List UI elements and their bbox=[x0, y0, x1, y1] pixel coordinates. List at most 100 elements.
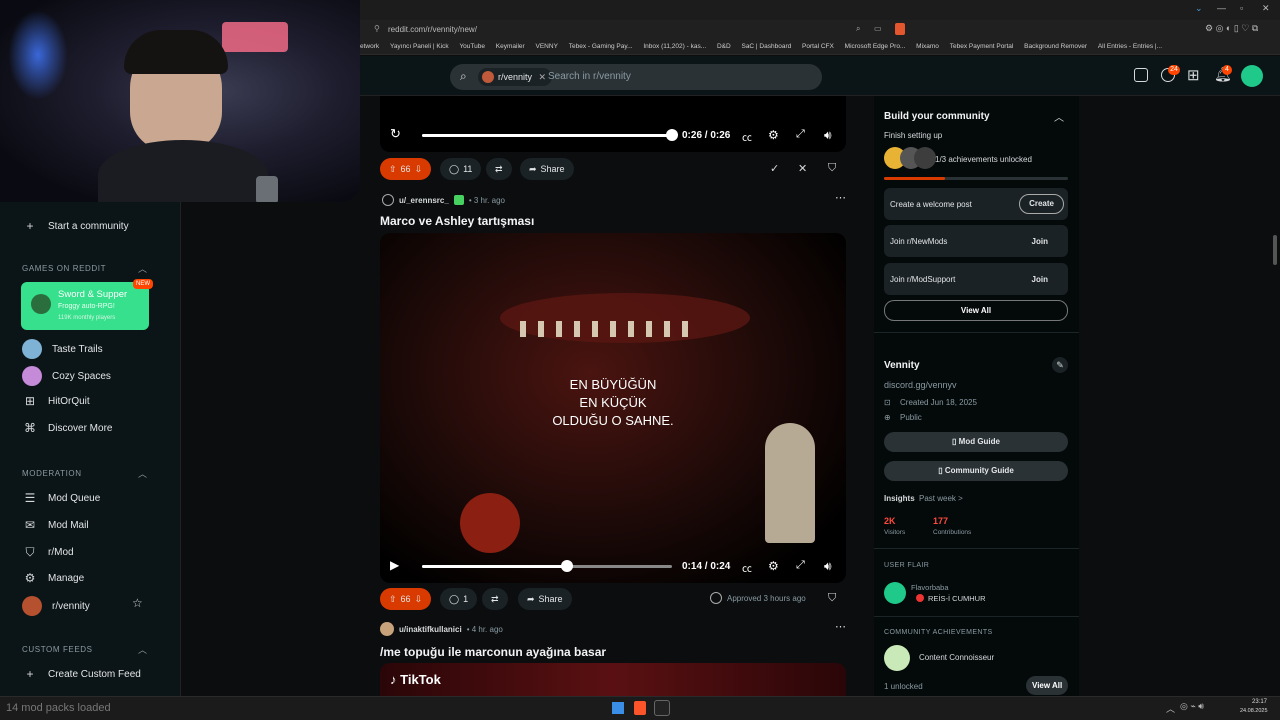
address-bar[interactable]: ⚲ reddit.com/r/vennity/new/ ⌕ ▭ ⚙ ◎ ◐ ▯ … bbox=[360, 20, 1280, 39]
bookmark[interactable]: Microsoft Edge Pro... bbox=[845, 39, 906, 54]
start-community-link[interactable]: + Start a community bbox=[22, 218, 128, 234]
chevron-up-icon[interactable]: ︿ bbox=[138, 467, 147, 480]
captions-icon[interactable]: ㏄ bbox=[742, 560, 752, 575]
post3-video-player[interactable]: ♪ TikTok bbox=[380, 663, 846, 696]
post1-comments-button[interactable]: ◯ 11 bbox=[440, 158, 482, 180]
post2-seek-knob[interactable] bbox=[561, 560, 573, 572]
bookmark[interactable]: Portal CFX bbox=[802, 39, 834, 54]
upvote-icon[interactable]: ⇧ bbox=[389, 164, 397, 175]
bookmark[interactable]: Tebex Payment Portal bbox=[950, 39, 1014, 54]
post1-share-button[interactable]: ➦ Share bbox=[520, 158, 574, 180]
games-section-header[interactable]: GAMES ON REDDIT bbox=[22, 264, 106, 273]
bookmark[interactable]: Keymailer bbox=[496, 39, 525, 54]
join-button[interactable]: Join bbox=[1032, 237, 1048, 246]
settings-gear-icon[interactable]: ⚙ bbox=[768, 128, 779, 142]
bookmark[interactable]: VENNY bbox=[536, 39, 558, 54]
extensions-icon[interactable]: ⚙ ◎ ◐ ▯ ♡ ⧉ bbox=[1205, 23, 1258, 34]
downvote-icon[interactable]: ⇩ bbox=[415, 594, 423, 605]
community-discord[interactable]: discord.gg/vennyv bbox=[884, 380, 957, 390]
volume-icon[interactable]: 🔊︎ bbox=[824, 559, 832, 574]
post2-crosspost-button[interactable]: ⇄ bbox=[482, 588, 508, 610]
chevron-up-icon[interactable]: ︿ bbox=[138, 262, 147, 275]
page-scrollbar[interactable] bbox=[1273, 235, 1277, 265]
post2-title[interactable]: Marco ve Ashley tartışması bbox=[380, 214, 534, 228]
remove-x-icon[interactable]: ✕ bbox=[798, 162, 807, 175]
post2-seek-track[interactable] bbox=[422, 565, 672, 568]
star-icon[interactable]: ☆ bbox=[132, 596, 143, 610]
post2-author[interactable]: u/_erennsrc_ bbox=[399, 196, 449, 205]
fullscreen-icon[interactable]: ⤢ bbox=[796, 128, 805, 141]
download-icon[interactable]: ⌄ bbox=[1195, 3, 1203, 14]
post1-crosspost-button[interactable]: ⇄ bbox=[486, 158, 512, 180]
close-window-button[interactable]: ✕ bbox=[1262, 3, 1270, 14]
view-all-button[interactable]: View All bbox=[884, 300, 1068, 321]
downvote-icon[interactable]: ⇩ bbox=[415, 164, 423, 175]
achievements-view-all-button[interactable]: View All bbox=[1026, 676, 1069, 695]
manage-link[interactable]: ⚙ Manage bbox=[22, 570, 85, 586]
create-button[interactable]: Create bbox=[1019, 194, 1064, 214]
post1-seek-knob[interactable] bbox=[666, 129, 678, 141]
bookmark[interactable]: Tebex - Gaming Pay... bbox=[569, 39, 633, 54]
upvote-icon[interactable]: ⇧ bbox=[389, 594, 397, 605]
approve-check-icon[interactable]: ✓ bbox=[770, 162, 779, 175]
post1-video-player[interactable]: ↻ 0:26 / 0:26 ㏄ ⚙ ⤢ 🔊︎ bbox=[380, 96, 846, 152]
bookmark[interactable]: All Entries - Entries |... bbox=[1098, 39, 1162, 54]
maximize-button[interactable]: ▫ bbox=[1240, 3, 1243, 13]
featured-game-card[interactable]: Sword & Supper Froggy auto-RPG! 119K mon… bbox=[21, 279, 153, 330]
r-mod-link[interactable]: ⛉ r/Mod bbox=[22, 544, 73, 560]
url-text[interactable]: reddit.com/r/vennity/new/ bbox=[388, 25, 477, 34]
post2-video-player[interactable]: EN BÜYÜĞÜN EN KÜÇÜK OLDUĞU O SAHNE. ▶ 0:… bbox=[380, 233, 846, 583]
mod-queue-link[interactable]: ☰ Mod Queue bbox=[22, 490, 101, 506]
site-info-icon[interactable]: ⚲ bbox=[374, 24, 380, 33]
community-guide-button[interactable]: ▯ Community Guide bbox=[884, 461, 1068, 481]
bookmark[interactable]: SaC | Dashboard bbox=[741, 39, 791, 54]
fullscreen-icon[interactable]: ⤢ bbox=[796, 559, 805, 572]
post3-title[interactable]: /me topuğu ile marconun ayağına basar bbox=[380, 645, 606, 659]
advertise-icon[interactable] bbox=[1134, 68, 1148, 82]
settings-gear-icon[interactable]: ⚙ bbox=[768, 559, 779, 573]
mod-shield-icon[interactable]: ⛉ bbox=[828, 162, 836, 175]
create-post-icon[interactable]: ⊞ bbox=[1187, 66, 1200, 84]
brave-shield-icon[interactable] bbox=[895, 23, 905, 35]
bookmark[interactable]: Inbox (11,202) - kas... bbox=[643, 39, 706, 54]
past-week-dropdown[interactable]: Past week > bbox=[919, 494, 963, 503]
r-vennity-link[interactable]: r/vennity bbox=[22, 596, 90, 616]
overflow-menu-icon[interactable]: ⋯ bbox=[835, 191, 846, 204]
minimize-button[interactable]: — bbox=[1217, 3, 1226, 13]
post1-seek-track[interactable] bbox=[422, 134, 672, 137]
play-icon[interactable]: ▶ bbox=[390, 558, 399, 572]
search-input[interactable]: ⌕ r/vennity ✕ Search in r/vennity bbox=[450, 64, 822, 90]
reader-icon[interactable]: ▭ bbox=[874, 24, 882, 33]
mod-shield-icon[interactable]: ⛉ bbox=[828, 592, 836, 605]
game-cozy-spaces[interactable]: Cozy Spaces bbox=[22, 366, 111, 386]
tray-chevron-icon[interactable]: ︿ bbox=[1166, 702, 1175, 715]
join-button[interactable]: Join bbox=[1032, 275, 1048, 284]
user-avatar[interactable] bbox=[1241, 65, 1263, 87]
create-custom-feed-link[interactable]: + Create Custom Feed bbox=[22, 666, 140, 682]
chevron-up-icon[interactable]: ︿ bbox=[138, 643, 147, 656]
subreddit-search-chip[interactable]: r/vennity ✕ bbox=[478, 68, 553, 86]
windows-start-icon[interactable] bbox=[612, 702, 624, 714]
edit-pencil-icon[interactable]: ✎ bbox=[1052, 357, 1068, 373]
bookmark[interactable]: D&D bbox=[717, 39, 731, 54]
chip-close-icon[interactable]: ✕ bbox=[539, 72, 547, 82]
game-hitorquit[interactable]: ⊞ HitOrQuit bbox=[22, 393, 90, 409]
tray-icons[interactable]: ◎ ⌁ 🔊︎ bbox=[1180, 701, 1204, 712]
post2-comments-button[interactable]: ◯ 1 bbox=[440, 588, 478, 610]
app-taskbar-icon[interactable] bbox=[654, 700, 670, 716]
mod-guide-button[interactable]: ▯ Mod Guide bbox=[884, 432, 1068, 452]
moderation-section-header[interactable]: MODERATION bbox=[22, 469, 82, 478]
bookmark[interactable]: Background Remover bbox=[1024, 39, 1087, 54]
bookmark[interactable]: Mixamo bbox=[916, 39, 939, 54]
custom-feeds-section-header[interactable]: CUSTOM FEEDS bbox=[22, 645, 93, 654]
bookmark[interactable]: etwork bbox=[360, 39, 379, 54]
bookmark[interactable]: Yayıncı Paneli | Kick bbox=[390, 39, 449, 54]
discover-more-link[interactable]: ⌘ Discover More bbox=[22, 420, 112, 436]
zoom-icon[interactable]: ⌕ bbox=[856, 24, 860, 34]
chevron-up-icon[interactable]: ︿ bbox=[1054, 109, 1064, 124]
volume-icon[interactable]: 🔊︎ bbox=[824, 128, 832, 143]
post3-author[interactable]: u/inaktifkullanici bbox=[399, 625, 462, 634]
game-taste-trails[interactable]: Taste Trails bbox=[22, 339, 103, 359]
post2-share-button[interactable]: ➦ Share bbox=[518, 588, 572, 610]
captions-icon[interactable]: ㏄ bbox=[742, 129, 752, 144]
